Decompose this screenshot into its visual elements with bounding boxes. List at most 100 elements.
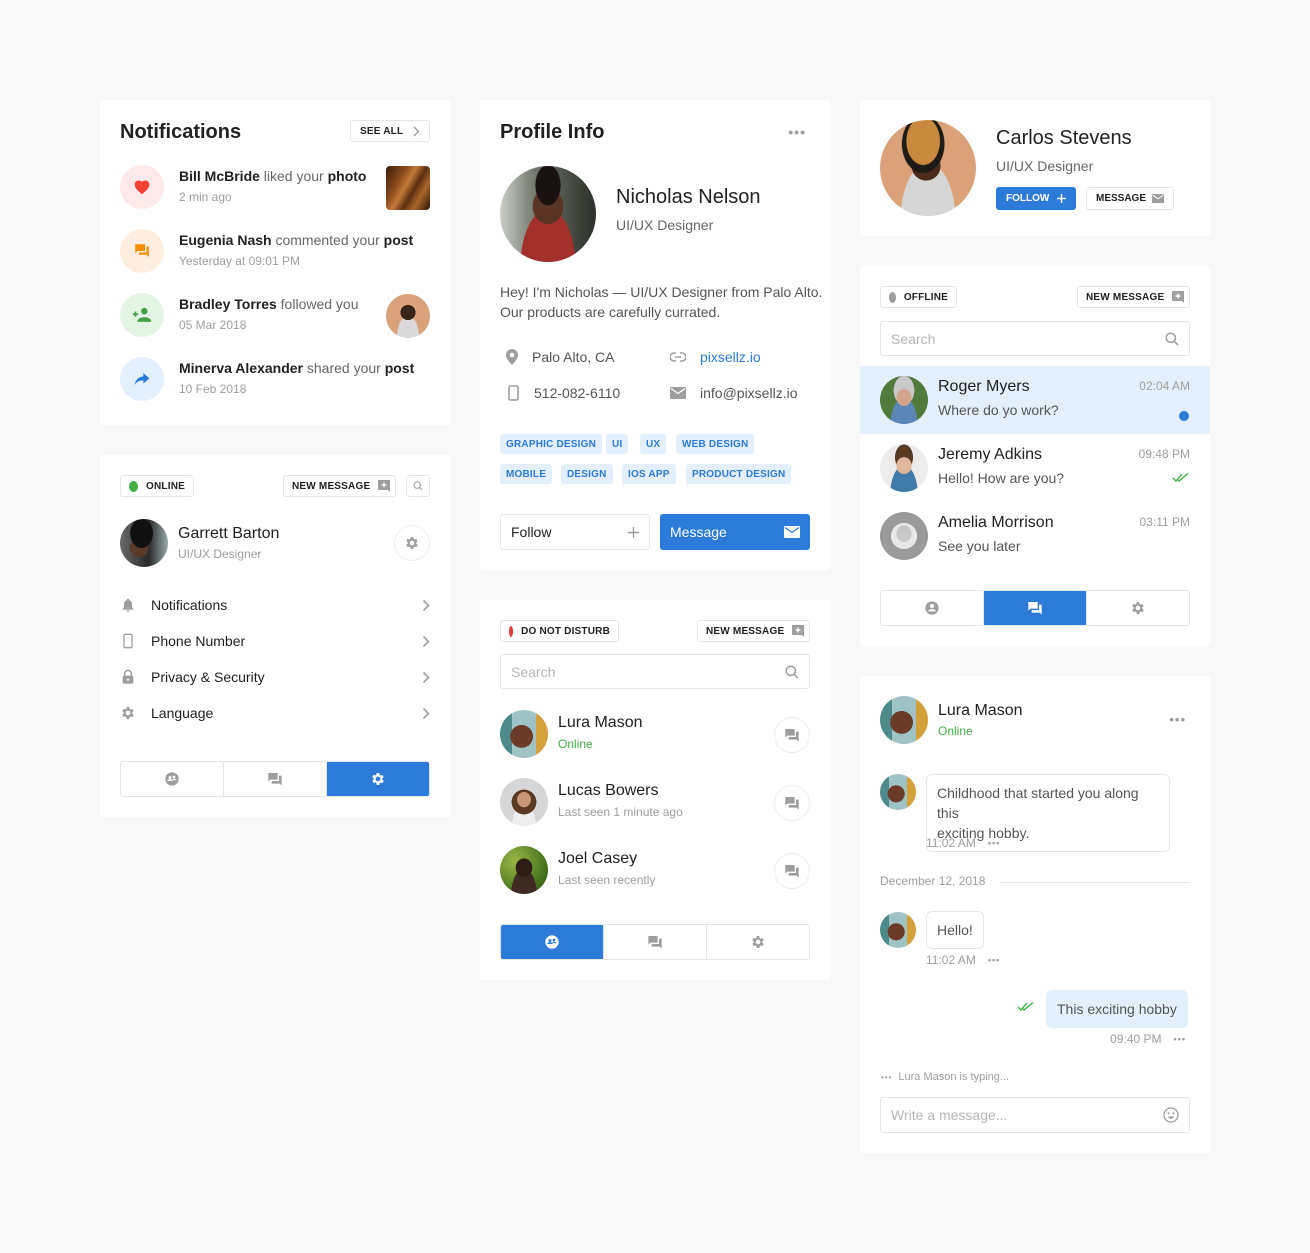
carlos-stevens-avatar[interactable]	[880, 120, 976, 216]
tag[interactable]: WEB DESIGN	[676, 434, 755, 454]
emoji-icon[interactable]	[1163, 1107, 1179, 1123]
profile-title: Profile Info	[500, 121, 605, 143]
tag[interactable]: IOS APP	[622, 464, 676, 484]
conversation-item[interactable]: Jeremy Adkins Hello! How are you? 09:48 …	[860, 434, 1210, 502]
lura-mason-avatar[interactable]	[880, 696, 928, 744]
notification-object[interactable]: post	[385, 360, 415, 376]
message-composer[interactable]	[880, 1097, 1190, 1133]
notification-user[interactable]: Bill McBride	[179, 168, 260, 184]
tab-settings[interactable]	[707, 925, 809, 959]
new-message-button[interactable]: NEW MESSAGE	[697, 620, 810, 642]
profile-name: Nicholas Nelson	[616, 186, 761, 208]
conversation-preview: See you later	[938, 538, 1021, 554]
more-options-icon[interactable]: •••	[1169, 712, 1186, 727]
menu-item-notifications[interactable]: Notifications	[120, 587, 430, 623]
chat-button[interactable]	[774, 853, 810, 889]
chat-contact-status: Online	[938, 724, 973, 738]
gear-icon	[750, 934, 766, 950]
notification-object[interactable]: post	[384, 232, 414, 248]
tag[interactable]: PRODUCT DESIGN	[686, 464, 792, 484]
status-offline-chip[interactable]: OFFLINE	[880, 286, 957, 308]
see-all-button[interactable]: SEE ALL	[350, 120, 430, 142]
tab-chats[interactable]	[224, 762, 327, 796]
photo-thumbnail[interactable]	[386, 166, 430, 210]
new-message-button[interactable]: NEW MESSAGE	[1077, 286, 1190, 308]
message-button[interactable]: Message	[660, 514, 810, 550]
search-icon[interactable]	[1165, 331, 1179, 346]
tab-chats[interactable]	[984, 591, 1087, 625]
tag[interactable]: DESIGN	[561, 464, 613, 484]
conversation-item[interactable]: Amelia Morrison See you later 03:11 PM	[860, 502, 1210, 570]
tag[interactable]: MOBILE	[500, 464, 553, 484]
gear-icon	[120, 705, 136, 721]
tab-contacts[interactable]	[501, 925, 604, 959]
contact-item[interactable]: Lucas Bowers Last seen 1 minute ago	[500, 778, 810, 828]
notification-user[interactable]: Bradley Torres	[179, 296, 277, 312]
tab-contacts[interactable]	[121, 762, 224, 796]
new-message-button[interactable]: NEW MESSAGE	[283, 475, 396, 497]
garrett-barton-avatar[interactable]	[120, 519, 168, 567]
message-button[interactable]: MESSAGE	[1086, 187, 1174, 210]
see-all-label: SEE ALL	[360, 125, 404, 137]
chat-button[interactable]	[774, 717, 810, 753]
status-dnd-chip[interactable]: DO NOT DISTURB	[500, 620, 619, 642]
notification-item[interactable]: Eugenia Nash commented your post Yesterd…	[120, 229, 430, 275]
message-bubble-sent: This exciting hobby	[1046, 990, 1188, 1028]
notification-item[interactable]: Bill McBride liked your photo 2 min ago	[120, 165, 430, 211]
chat-icon	[647, 934, 663, 950]
website-link[interactable]: pixsellz.io	[700, 349, 761, 365]
search-field[interactable]	[880, 321, 1190, 356]
status-online-chip[interactable]: ONLINE	[120, 475, 194, 497]
nicholas-nelson-avatar[interactable]	[500, 166, 596, 262]
tag[interactable]: UX	[640, 434, 667, 454]
new-message-label: NEW MESSAGE	[1086, 291, 1165, 303]
bradley-torres-avatar[interactable]	[386, 294, 430, 338]
menu-label: Language	[151, 705, 214, 721]
contact-item[interactable]: Lura Mason Online	[500, 710, 810, 760]
menu-item-phone-number[interactable]: Phone Number	[120, 623, 430, 659]
more-options-icon[interactable]: •••	[988, 955, 1000, 965]
notification-user[interactable]: Minerva Alexander	[179, 360, 303, 376]
tab-settings[interactable]	[327, 762, 429, 796]
search-button[interactable]	[406, 475, 430, 497]
menu-item-language[interactable]: Language	[120, 695, 430, 731]
message-input[interactable]	[891, 1107, 1091, 1123]
notification-item[interactable]: Bradley Torres followed you 05 Mar 2018	[120, 293, 430, 339]
add-comment-icon	[1172, 291, 1185, 303]
tag[interactable]: GRAPHIC DESIGN	[500, 434, 603, 454]
unread-dot-icon	[1179, 411, 1189, 421]
conversation-item[interactable]: Roger Myers Where do yo work? 02:04 AM	[860, 366, 1210, 434]
more-options-icon[interactable]: •••	[788, 124, 806, 140]
search-input[interactable]	[891, 330, 1091, 347]
contact-item[interactable]: Joel Casey Last seen recently	[500, 846, 810, 896]
more-options-icon[interactable]: •••	[988, 838, 1000, 848]
tab-profile[interactable]	[881, 591, 984, 625]
notification-action: liked your	[263, 168, 324, 184]
contact-name: Joel Casey	[558, 850, 638, 867]
tag[interactable]: UI	[606, 434, 629, 454]
contacts-card: DO NOT DISTURB NEW MESSAGE Lura Mason On…	[480, 600, 830, 980]
profile-settings-button[interactable]	[394, 525, 430, 561]
phone-text: 512-082-6110	[534, 385, 621, 401]
notification-item[interactable]: Minerva Alexander shared your post 10 Fe…	[120, 357, 430, 403]
menu-item-privacy-security[interactable]: Privacy & Security	[120, 659, 430, 695]
notification-action: commented your	[275, 232, 380, 248]
chat-button[interactable]	[774, 785, 810, 821]
tab-settings[interactable]	[1087, 591, 1189, 625]
mail-icon	[784, 526, 800, 538]
follow-button[interactable]: Follow	[500, 514, 650, 550]
follow-button[interactable]: FOLLOW	[996, 187, 1076, 210]
more-options-icon[interactable]: •••	[1174, 1034, 1186, 1044]
search-input[interactable]	[511, 663, 711, 680]
contacts-icon	[544, 934, 560, 950]
search-icon[interactable]	[785, 664, 799, 679]
conversation-preview: Where do yo work?	[938, 402, 1059, 418]
chat-icon	[1027, 600, 1043, 616]
notification-time: 05 Mar 2018	[179, 318, 247, 332]
message-time: 09:40 PM	[1110, 1032, 1162, 1046]
tab-chats[interactable]	[604, 925, 707, 959]
notification-user[interactable]: Eugenia Nash	[179, 232, 272, 248]
notification-object[interactable]: photo	[328, 168, 367, 184]
search-field[interactable]	[500, 654, 810, 689]
user-role: UI/UX Designer	[178, 547, 262, 561]
